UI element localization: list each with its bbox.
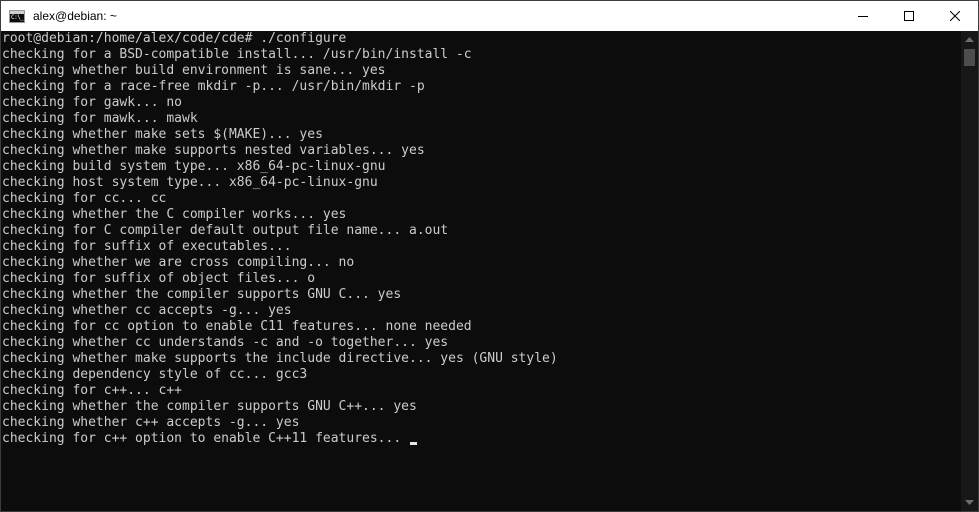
terminal-line: checking whether the compiler supports G… bbox=[2, 287, 402, 302]
terminal-line: root@debian:/home/alex/code/cde# ./confi… bbox=[2, 31, 347, 46]
terminal-current-text: checking for c++ option to enable C++11 … bbox=[2, 431, 409, 446]
arrow-down-icon bbox=[965, 500, 974, 505]
terminal-current-line: checking for c++ option to enable C++11 … bbox=[1, 431, 961, 447]
scrollbar-thumb[interactable] bbox=[964, 49, 975, 66]
terminal-window: C:\_ alex@debian: ~ root@debian:/home/al… bbox=[0, 0, 979, 512]
terminal-line: checking for a race-free mkdir -p... /us… bbox=[2, 79, 425, 94]
window-title: alex@debian: ~ bbox=[33, 9, 117, 23]
window-controls bbox=[840, 1, 978, 31]
maximize-icon bbox=[904, 11, 914, 21]
terminal-line: checking host system type... x86_64-pc-l… bbox=[2, 175, 378, 190]
terminal-line: checking for cc option to enable C11 fea… bbox=[2, 319, 472, 334]
close-icon bbox=[950, 11, 960, 21]
terminal-line: checking for suffix of executables... bbox=[2, 239, 292, 254]
close-button[interactable] bbox=[932, 1, 978, 31]
minimize-icon bbox=[858, 16, 868, 17]
terminal-line: checking for gawk... no bbox=[2, 95, 183, 110]
terminal-line: checking dependency style of cc... gcc3 bbox=[2, 367, 308, 382]
terminal-line: checking for mawk... mawk bbox=[2, 111, 198, 126]
terminal-line: checking whether make supports nested va… bbox=[2, 143, 425, 158]
terminal-line: checking whether make supports the inclu… bbox=[2, 351, 558, 366]
terminal-line: checking whether cc understands -c and -… bbox=[2, 335, 449, 350]
scroll-down-button[interactable] bbox=[961, 494, 978, 511]
terminal-line: checking for C compiler default output f… bbox=[2, 223, 449, 238]
maximize-button[interactable] bbox=[886, 1, 932, 31]
arrow-up-icon bbox=[965, 37, 974, 42]
console-icon-text: C:\_ bbox=[11, 13, 24, 21]
title-bar[interactable]: C:\_ alex@debian: ~ bbox=[1, 1, 978, 31]
terminal-line: checking whether cc accepts -g... yes bbox=[2, 303, 292, 318]
terminal-line: checking whether the C compiler works...… bbox=[2, 207, 347, 222]
terminal-line: checking for cc... cc bbox=[2, 191, 167, 206]
terminal-line: checking build system type... x86_64-pc-… bbox=[2, 159, 386, 174]
text-cursor bbox=[410, 442, 417, 445]
scroll-up-button[interactable] bbox=[961, 31, 978, 48]
terminal-output[interactable]: root@debian:/home/alex/code/cde# ./confi… bbox=[1, 31, 961, 511]
vertical-scrollbar[interactable] bbox=[961, 31, 978, 511]
terminal-line: checking for c++... c++ bbox=[2, 383, 183, 398]
terminal-line: checking whether the compiler supports G… bbox=[2, 399, 417, 414]
terminal-line: checking whether we are cross compiling.… bbox=[2, 255, 355, 270]
console-app-icon[interactable]: C:\_ bbox=[9, 9, 25, 23]
terminal-line: checking whether c++ accepts -g... yes bbox=[2, 415, 300, 430]
minimize-button[interactable] bbox=[840, 1, 886, 31]
terminal-line: checking for suffix of object files... o bbox=[2, 271, 316, 286]
terminal-line: checking whether make sets $(MAKE)... ye… bbox=[2, 127, 323, 142]
terminal-line: checking for a BSD-compatible install...… bbox=[2, 47, 472, 62]
terminal-line: checking whether build environment is sa… bbox=[2, 63, 386, 78]
